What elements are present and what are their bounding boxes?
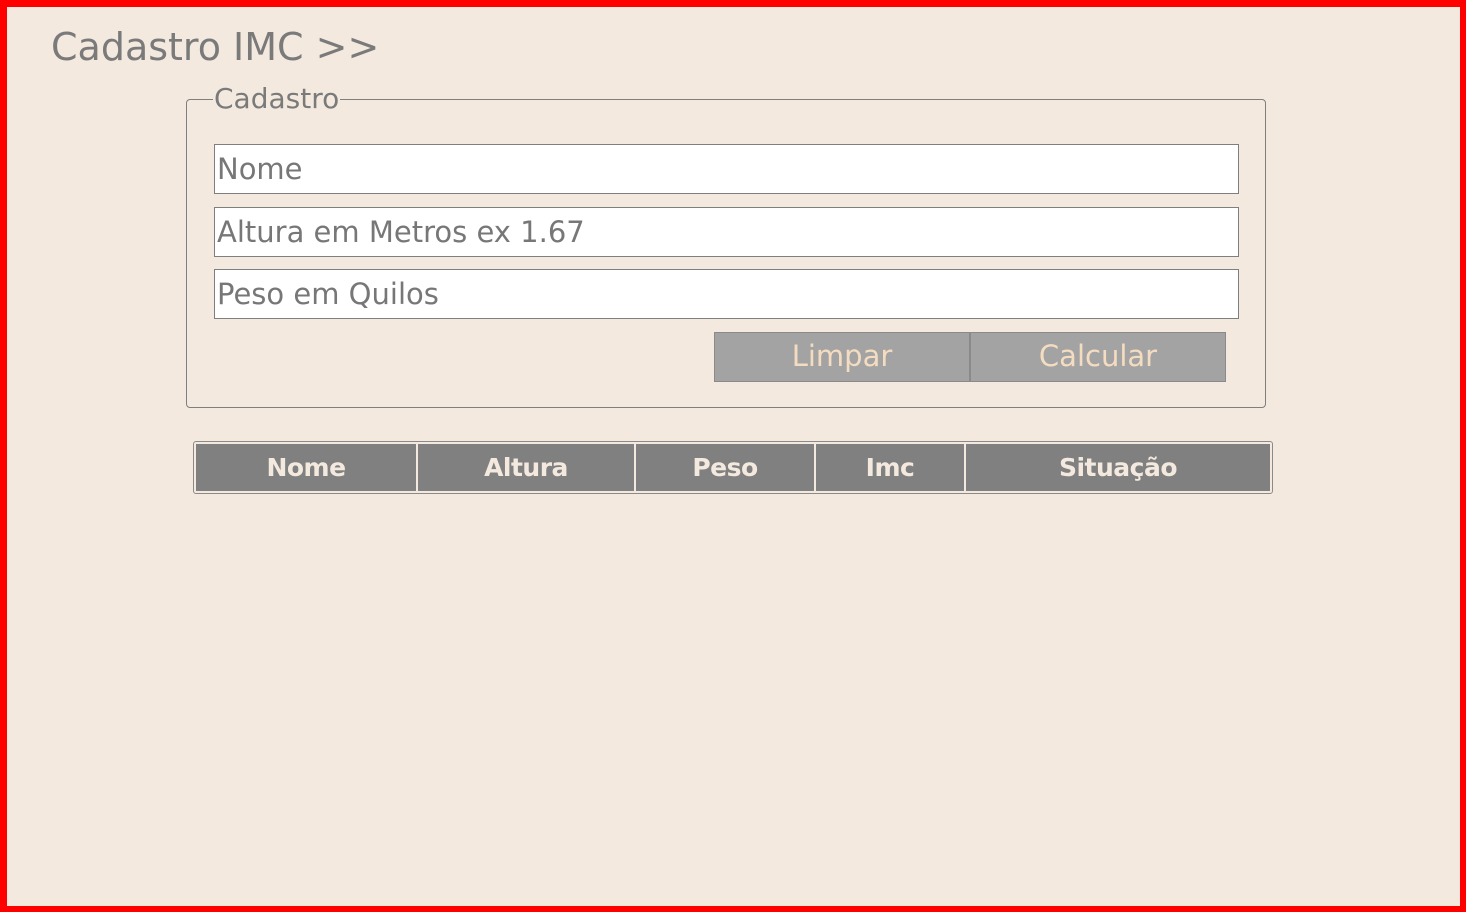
column-header-altura: Altura: [418, 444, 634, 491]
calcular-button[interactable]: Calcular: [970, 332, 1226, 382]
limpar-button[interactable]: Limpar: [714, 332, 970, 382]
app-frame: Cadastro IMC >> Cadastro Limpar Calcular…: [0, 0, 1466, 912]
column-header-situacao: Situação: [966, 444, 1270, 491]
peso-input[interactable]: [214, 269, 1239, 319]
column-header-peso: Peso: [636, 444, 814, 491]
column-header-nome: Nome: [196, 444, 416, 491]
altura-input[interactable]: [214, 207, 1239, 257]
table-header-row: Nome Altura Peso Imc Situação: [196, 444, 1270, 491]
cadastro-fieldset: Cadastro Limpar Calcular: [186, 82, 1266, 408]
column-header-imc: Imc: [816, 444, 964, 491]
fieldset-legend: Cadastro: [213, 82, 341, 116]
results-table: Nome Altura Peso Imc Situação: [193, 441, 1273, 494]
nome-input[interactable]: [214, 144, 1239, 194]
page-title: Cadastro IMC >>: [51, 25, 380, 69]
